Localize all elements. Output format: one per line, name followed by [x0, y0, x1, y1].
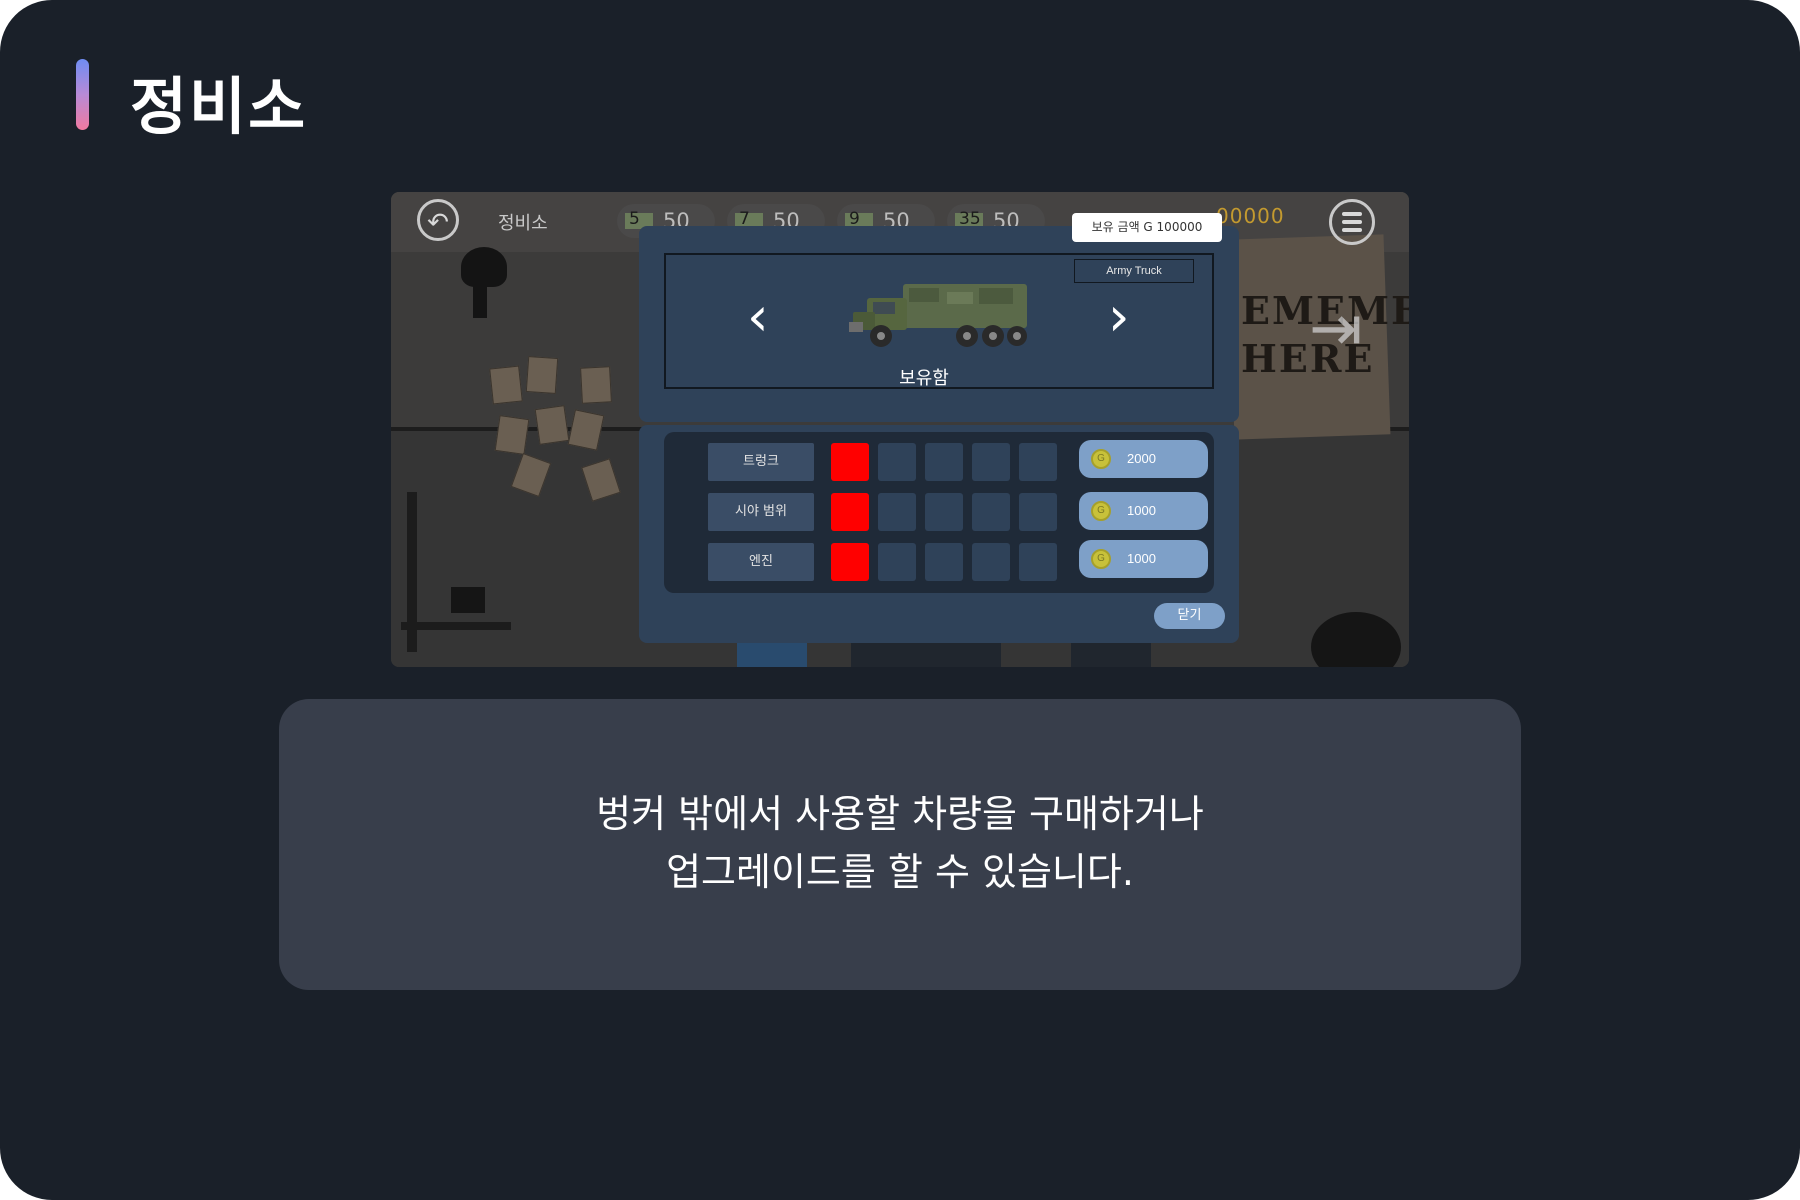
level-cell — [1019, 493, 1057, 531]
level-cell-filled — [831, 443, 869, 481]
battery-icon — [451, 587, 485, 613]
upgrade-cost: 2000 — [1127, 451, 1156, 466]
level-cell — [878, 443, 916, 481]
upgrade-trunk-button[interactable]: G 2000 — [1079, 440, 1208, 478]
caption-line-1: 벙커 밖에서 사용할 차량을 구매하거나 — [596, 792, 1204, 836]
caption-box: 벙커 밖에서 사용할 차량을 구매하거나 업그레이드를 할 수 있습니다. — [279, 699, 1521, 990]
scene-shelf — [401, 622, 511, 630]
menu-button[interactable] — [1329, 199, 1375, 245]
upgrade-cost: 1000 — [1127, 551, 1156, 566]
poster — [580, 366, 612, 404]
level-cell — [972, 493, 1010, 531]
gold-coin-icon: G — [1091, 501, 1111, 521]
upgrade-engine-button[interactable]: G 1000 — [1079, 540, 1208, 578]
gold-amount: 00000 — [1216, 204, 1285, 228]
poster — [494, 415, 530, 455]
lamp-icon — [461, 247, 507, 287]
menu-icon — [1342, 220, 1362, 224]
upgrade-label-engine: 엔진 — [708, 543, 814, 581]
caption-text: 벙커 밖에서 사용할 차량을 구매하거나 업그레이드를 할 수 있습니다. — [279, 785, 1521, 901]
balance-display: 보유 금액 G 100000 — [1072, 213, 1222, 242]
gold-coin-icon: G — [1091, 549, 1111, 569]
vehicle-name: Army Truck — [1074, 259, 1194, 283]
level-cell — [1019, 443, 1057, 481]
resource-count: 5 — [629, 209, 640, 229]
upgrade-view-range-button[interactable]: G 1000 — [1079, 492, 1208, 530]
level-cell — [878, 543, 916, 581]
upgrade-label-view-range: 시야 범위 — [708, 493, 814, 531]
caption-line-2: 업그레이드를 할 수 있습니다. — [666, 850, 1134, 894]
level-cell — [925, 493, 963, 531]
level-cell — [878, 493, 916, 531]
level-cell-filled — [831, 543, 869, 581]
slide-frame: 정비소 EMEMBAY HERE ⇥ ↶ 정비소 5 50 — [0, 0, 1800, 1200]
level-cell — [925, 543, 963, 581]
menu-icon — [1342, 212, 1362, 216]
back-button[interactable]: ↶ — [417, 199, 459, 241]
game-screenshot: EMEMBAY HERE ⇥ ↶ 정비소 5 50 7 50 9 50 35 5… — [391, 192, 1409, 667]
upgrade-label-trunk: 트렁크 — [708, 443, 814, 481]
vehicle-status: 보유함 — [899, 368, 949, 389]
hud-title: 정비소 — [498, 213, 548, 234]
poster — [525, 355, 559, 395]
back-arrow-icon: ↶ — [427, 208, 449, 238]
army-truck-image — [849, 284, 1027, 347]
next-vehicle-button[interactable]: › — [1108, 287, 1130, 347]
close-button[interactable]: 닫기 — [1154, 603, 1225, 629]
poster — [489, 365, 523, 405]
lamp-cord — [473, 282, 487, 318]
prev-vehicle-button[interactable]: ‹ — [747, 287, 769, 347]
level-cell — [925, 443, 963, 481]
upgrade-cost: 1000 — [1127, 503, 1156, 518]
exit-icon: ⇥ — [1309, 292, 1363, 366]
page-title: 정비소 — [130, 70, 308, 143]
gold-coin-icon: G — [1091, 449, 1111, 469]
level-cell — [972, 543, 1010, 581]
level-cell — [972, 443, 1010, 481]
title-accent-bar — [76, 59, 89, 130]
poster — [534, 405, 570, 445]
level-cell-filled — [831, 493, 869, 531]
level-cell — [1019, 543, 1057, 581]
menu-icon — [1342, 228, 1362, 232]
